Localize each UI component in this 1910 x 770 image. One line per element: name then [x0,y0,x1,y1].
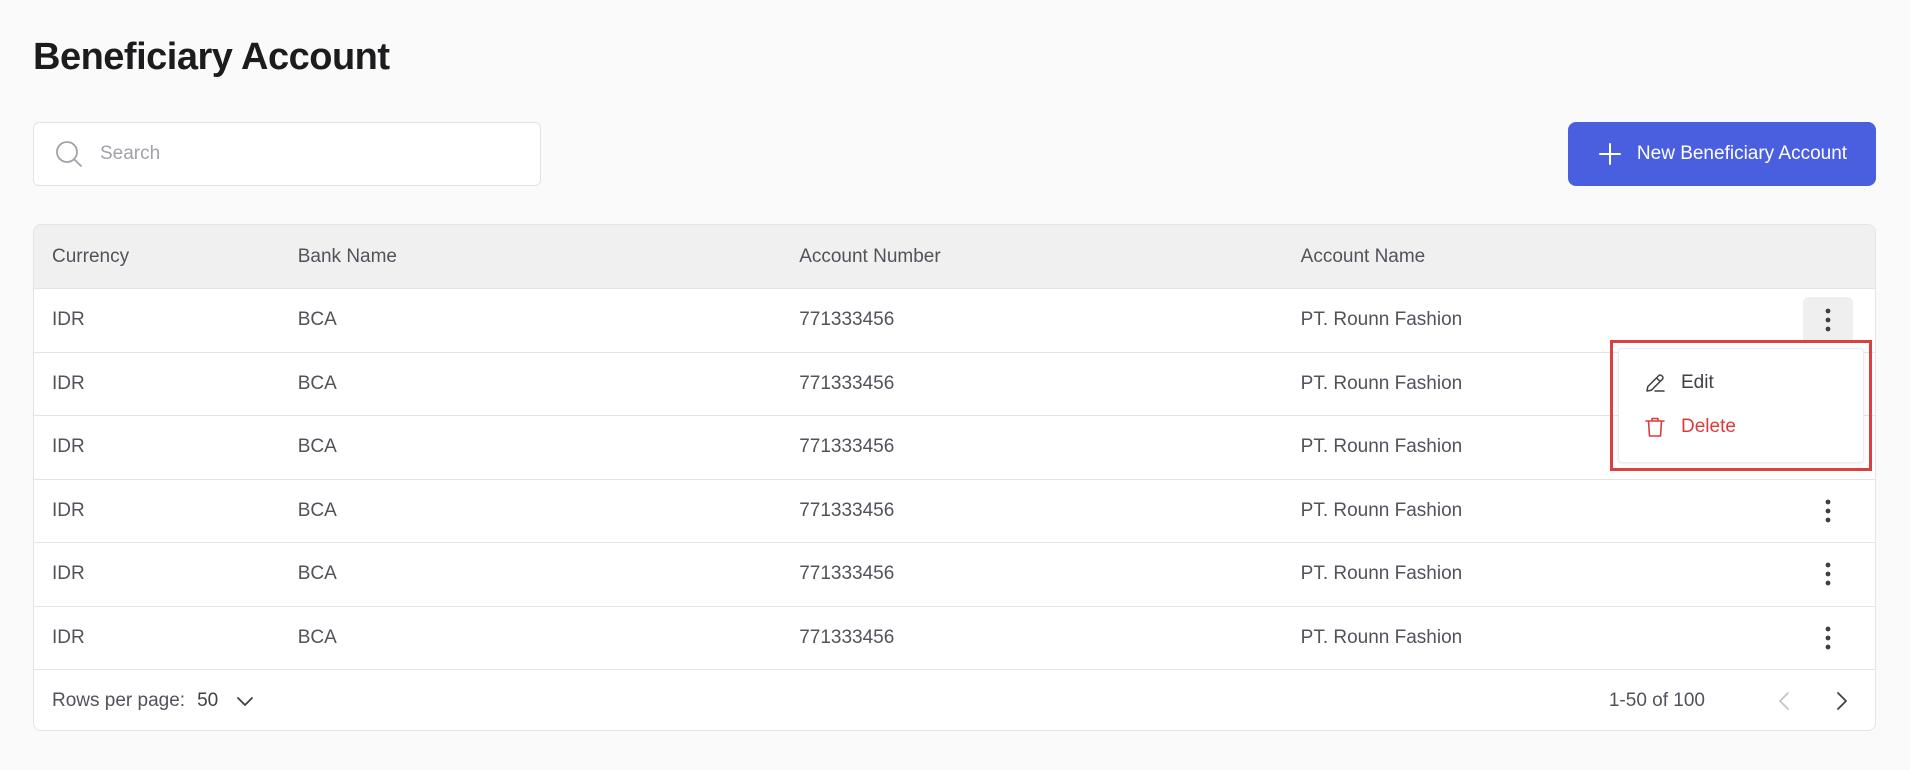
pagination: 1-50 of 100 [1609,689,1853,713]
table-row: IDR BCA 771333456 PT. Rounn Fashion [34,351,1875,416]
more-vertical-icon [1825,499,1830,523]
rows-per-page: Rows per page: 50 [52,690,256,712]
cell-currency: IDR [52,499,85,521]
row-actions-button[interactable] [1803,551,1853,597]
chevron-down-icon[interactable] [234,690,256,712]
cell-bank-name: BCA [297,626,337,648]
table-header: Currency Bank Name Account Number Accoun… [34,225,1875,288]
cell-bank-name: BCA [297,372,337,394]
cell-account-number: 771333456 [799,372,895,394]
cell-account-name: PT. Rounn Fashion [1300,309,1463,331]
cell-bank-name: BCA [297,436,337,458]
trash-icon [1643,415,1667,439]
cell-currency: IDR [52,309,85,331]
chevron-left-icon[interactable] [1773,689,1797,713]
cell-bank-name: BCA [297,563,337,585]
rows-per-page-label: Rows per page: [52,690,186,711]
cell-currency: IDR [52,436,85,458]
pencil-icon [1643,371,1667,395]
more-vertical-icon [1825,626,1830,650]
cell-bank-name: BCA [297,309,337,331]
page-title: Beneficiary Account [33,36,390,78]
cell-account-name: PT. Rounn Fashion [1300,563,1463,585]
search-box[interactable] [33,122,541,186]
cell-bank-name: BCA [297,499,337,521]
row-actions-button[interactable] [1803,488,1853,534]
more-vertical-icon [1825,562,1830,586]
search-icon [54,139,84,169]
edit-menu-item[interactable]: Edit [1643,371,1714,395]
delete-menu-item[interactable]: Delete [1643,415,1736,439]
cell-account-number: 771333456 [799,626,895,648]
cell-account-number: 771333456 [799,309,895,331]
chevron-right-icon[interactable] [1829,689,1853,713]
search-input[interactable] [100,143,540,165]
row-actions-button[interactable] [1802,297,1853,344]
row-actions-menu: Edit Delete [1618,348,1864,463]
new-beneficiary-account-button[interactable]: New Beneficiary Account [1568,122,1876,186]
row-actions-button[interactable] [1803,615,1853,661]
table-row: IDR BCA 771333456 PT. Rounn Fashion [34,542,1875,606]
table-footer: Rows per page: 50 1-50 of 100 [34,669,1875,730]
beneficiary-account-page: Beneficiary Account New Beneficiary Acco… [0,0,1910,770]
pagination-range: 1-50 of 100 [1608,690,1705,711]
cell-account-name: PT. Rounn Fashion [1300,626,1463,648]
delete-label: Delete [1681,416,1736,437]
cell-account-name: PT. Rounn Fashion [1300,499,1463,521]
table-row: IDR BCA 771333456 PT. Rounn Fashion [34,478,1875,543]
cell-account-number: 771333456 [799,436,895,458]
cell-currency: IDR [52,563,85,585]
edit-label: Edit [1681,372,1714,393]
plus-icon [1597,141,1623,167]
cell-account-number: 771333456 [799,499,895,521]
beneficiary-table: Currency Bank Name Account Number Accoun… [33,224,1876,731]
cell-currency: IDR [52,372,85,394]
rows-per-page-value[interactable]: 50 [197,690,218,712]
table-row: IDR BCA 771333456 PT. Rounn Fashion [34,288,1875,352]
new-beneficiary-account-label: New Beneficiary Account [1636,143,1848,164]
column-header-bank-name: Bank Name [297,245,398,267]
table-row: IDR BCA 771333456 PT. Rounn Fashion [34,605,1875,670]
more-vertical-icon [1825,308,1830,332]
column-header-account-number: Account Number [799,245,941,267]
table-row: IDR BCA 771333456 PT. Rounn Fashion [34,415,1875,479]
column-header-currency: Currency [52,245,130,267]
column-header-account-name: Account Name [1300,245,1426,267]
cell-account-number: 771333456 [799,563,895,585]
cell-currency: IDR [52,626,85,648]
